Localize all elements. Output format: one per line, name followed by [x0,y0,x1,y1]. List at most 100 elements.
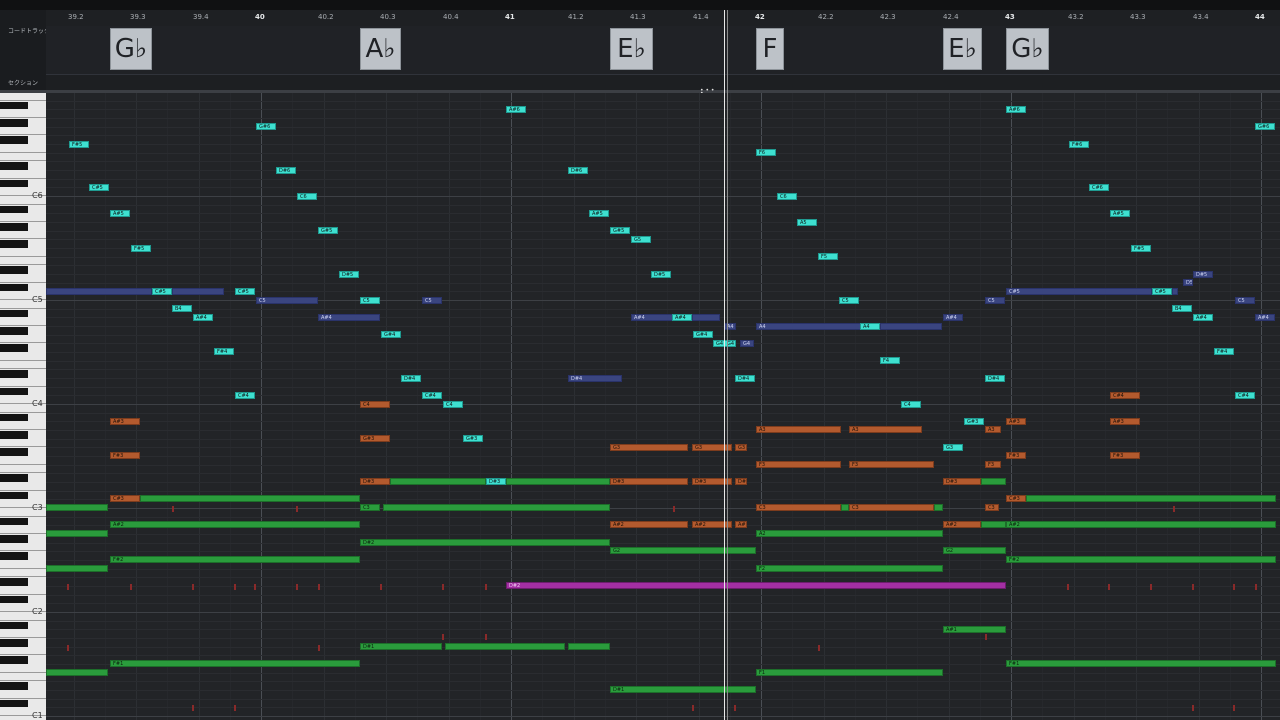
short-note-marker[interactable] [172,506,174,512]
midi-note[interactable]: A3 [985,426,1001,433]
midi-note[interactable]: G#6 [1255,123,1275,130]
short-note-marker[interactable] [296,506,298,512]
piano-white-key[interactable] [0,274,46,283]
short-note-marker[interactable] [673,506,675,512]
midi-note[interactable]: C#4 [1110,392,1140,399]
midi-note[interactable]: G#6 [256,123,276,130]
piano-black-key[interactable] [0,119,28,127]
chord-event[interactable]: G♭ [1006,28,1049,70]
midi-note[interactable] [880,323,942,330]
piano-black-key[interactable] [0,162,28,170]
midi-note[interactable] [46,669,108,676]
midi-note[interactable]: G#4 [693,331,713,338]
midi-note[interactable]: D#3 [692,478,732,485]
midi-note[interactable]: C#5 [1152,288,1172,295]
piano-white-key[interactable] [0,439,46,448]
midi-note[interactable] [46,565,108,572]
short-note-marker[interactable] [296,584,298,590]
midi-note[interactable]: F#2 [110,556,360,563]
midi-note[interactable]: F6 [756,149,776,156]
midi-note[interactable]: A#3 [1006,418,1026,425]
midi-note[interactable]: C5 [360,297,380,304]
midi-note[interactable]: G4 [740,340,754,347]
piano-white-key[interactable] [0,352,46,361]
piano-white-key[interactable] [0,248,46,257]
midi-note[interactable]: C#4 [235,392,255,399]
midi-note[interactable]: C5 [1235,297,1255,304]
piano-black-key[interactable] [0,578,28,586]
piano-black-key[interactable] [0,474,28,482]
midi-note[interactable]: D5 [1183,279,1193,286]
midi-note[interactable] [981,521,1006,528]
midi-note[interactable]: A4 [860,323,880,330]
section-track[interactable] [46,74,1280,91]
piano-black-key[interactable] [0,699,28,708]
midi-note[interactable]: C3 [849,504,934,511]
midi-note[interactable]: A3 [756,426,841,433]
midi-note[interactable] [934,504,943,511]
midi-note[interactable]: D#6 [276,167,296,174]
midi-note[interactable]: A#6 [506,106,526,113]
piano-white-key[interactable] [0,629,46,638]
midi-note[interactable]: F#5 [1131,245,1151,252]
midi-note[interactable]: D#1 [360,643,442,650]
piano-black-key[interactable] [0,283,28,292]
piano-white-key[interactable] [0,664,46,673]
piano-black-key[interactable] [0,179,28,188]
short-note-marker[interactable] [1233,705,1235,711]
piano-white-key[interactable] [0,586,46,595]
piano-black-key[interactable] [0,101,28,110]
midi-note[interactable]: D#4 [985,375,1005,382]
piano-white-key[interactable] [0,465,46,474]
midi-note[interactable] [568,643,610,650]
midi-note[interactable] [1026,495,1276,502]
piano-white-key[interactable] [0,170,46,179]
note-grid[interactable]: F#5 C#5 A#5 F#5 C#5 C#5 B4 A#4 F#4 C#4 G#6 D#6 C6 G#5… [46,93,1280,720]
midi-note[interactable]: F#5 [69,141,89,148]
chord-event[interactable]: A♭ [360,28,401,70]
midi-note[interactable]: A5 [797,219,817,226]
piano-black-key[interactable] [0,266,28,274]
midi-note[interactable]: F#3 [1110,452,1140,459]
short-note-marker[interactable] [1255,584,1257,590]
short-note-marker[interactable] [485,584,487,590]
midi-note[interactable]: F3 [985,461,1001,468]
midi-note[interactable]: C#6 [1089,184,1109,191]
midi-note[interactable]: A2 [756,530,943,537]
short-note-marker[interactable] [1173,506,1175,512]
midi-note[interactable]: D#4 [568,375,622,382]
midi-note[interactable]: A#2 [1006,521,1276,528]
piano-black-key[interactable] [0,223,28,231]
midi-note[interactable]: C3 [756,504,841,511]
midi-note[interactable]: F#3 [110,452,140,459]
midi-note[interactable]: G3 [610,444,688,451]
midi-note[interactable]: C5 [256,297,318,304]
midi-note[interactable]: A#4 [943,314,963,321]
midi-note[interactable] [445,643,565,650]
midi-note[interactable]: A4 [724,323,736,330]
piano-black-key[interactable] [0,240,28,248]
midi-note[interactable]: G3 [692,444,732,451]
midi-note[interactable]: G#4 [381,331,401,338]
piano-white-key[interactable] [0,456,46,465]
short-note-marker[interactable] [1192,584,1194,590]
midi-note[interactable]: D#3 [360,478,390,485]
midi-note[interactable]: C3 [985,504,999,511]
piano-black-key[interactable] [0,595,28,604]
midi-note[interactable]: D#5 [651,271,671,278]
midi-note[interactable]: F#1 [110,660,360,667]
short-note-marker[interactable] [985,634,987,640]
midi-note[interactable]: D#5 [1193,271,1213,278]
piano-black-key[interactable] [0,370,28,378]
short-note-marker[interactable] [254,584,256,590]
midi-note[interactable]: C#5 [1006,288,1152,295]
midi-note[interactable]: D#2 [360,539,610,546]
midi-note[interactable]: D#5 [339,271,359,278]
midi-note[interactable]: C5 [422,297,442,304]
piano-black-key[interactable] [0,682,28,690]
piano-keyboard[interactable]: C6 C5 C4 C3 C2 C1 [0,93,47,720]
midi-note[interactable]: C4 [443,401,463,408]
chord-event[interactable]: E♭ [610,28,653,70]
piano-black-key[interactable] [0,413,28,422]
midi-note[interactable] [506,478,610,485]
